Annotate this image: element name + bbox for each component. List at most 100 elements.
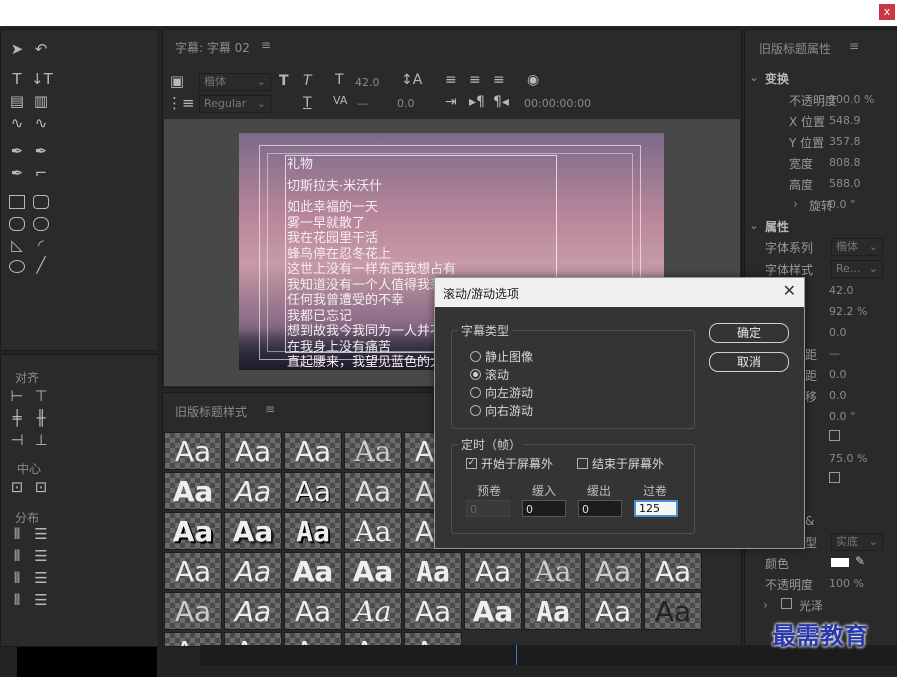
leading-value[interactable]: 0.0 — [397, 97, 415, 110]
font-family-prop-select[interactable]: 楷体 ⌄ — [831, 238, 883, 256]
center-vertical-icon[interactable]: ⊡ — [31, 478, 51, 496]
vertical-type-tool-icon[interactable]: ↓T — [31, 70, 53, 88]
color-swatch[interactable] — [831, 558, 849, 567]
style-swatch[interactable]: Aa — [164, 512, 222, 550]
font-style-prop-select[interactable]: Re... ⌄ — [831, 260, 883, 278]
style-swatch[interactable]: Aa — [224, 512, 282, 550]
small-caps-size-value[interactable]: 75.0 % — [829, 452, 867, 465]
dialog-close-button[interactable]: ✕ — [783, 281, 796, 300]
properties-panel-menu-icon[interactable]: ≡ — [849, 39, 859, 53]
style-swatch[interactable]: Aa — [164, 432, 222, 470]
distribute-h-space-icon[interactable]: ⫴ — [7, 591, 27, 609]
pen-tool-icon[interactable]: ✒ — [7, 142, 27, 160]
ease-in-input[interactable]: 0 — [522, 500, 566, 517]
timecode-value[interactable]: 00:00:00:00 — [524, 97, 591, 110]
align-right-icon[interactable]: ⊣ — [7, 431, 27, 449]
end-offscreen-checkbox[interactable]: 结束于屏幕外 — [577, 455, 664, 472]
tab-right-icon[interactable]: ¶◂ — [493, 94, 509, 110]
end-offscreen-check-icon[interactable] — [577, 458, 588, 469]
rotation-value[interactable]: 0.0 ° — [829, 198, 856, 211]
roll-radio[interactable]: 滚动 — [470, 366, 509, 383]
show-video-icon[interactable]: ◉ — [527, 72, 539, 88]
template-icon[interactable]: ⋮≡ — [167, 94, 195, 112]
properties-chevron-icon[interactable]: ⌄ — [749, 218, 759, 232]
crawl-right-radio[interactable]: 向右游动 — [470, 402, 533, 419]
rectangle-tool-icon[interactable] — [9, 195, 25, 209]
rounded-corner-tool-icon[interactable] — [33, 217, 49, 231]
distribute-right-icon[interactable]: ⫴ — [7, 569, 27, 587]
style-swatch[interactable]: Aa — [284, 432, 342, 470]
style-swatch[interactable]: Aa — [404, 552, 462, 590]
style-swatch[interactable]: Aa — [224, 592, 282, 630]
ease-out-input[interactable]: 0 — [578, 500, 622, 517]
distribute-left-icon[interactable]: ⫴ — [7, 525, 27, 543]
add-anchor-tool-icon[interactable]: ✒ — [7, 164, 27, 182]
style-swatch[interactable]: Aa — [344, 512, 402, 550]
kerning-value[interactable]: — — [829, 347, 840, 360]
preroll-input[interactable]: 0 — [466, 500, 510, 517]
title-panel-tab[interactable]: 字幕: 字幕 02 — [175, 39, 250, 56]
center-horizontal-icon[interactable]: ⊡ — [7, 478, 27, 496]
tab-stops-icon[interactable]: ⇥ — [445, 94, 457, 110]
fill-opacity-value[interactable]: 100 % — [829, 577, 864, 590]
style-swatch[interactable]: Aa — [284, 512, 342, 550]
vertical-area-type-tool-icon[interactable]: ▥ — [31, 92, 51, 110]
y-position-value[interactable]: 357.8 — [829, 135, 861, 148]
crawl-left-radio-dot[interactable] — [470, 387, 481, 398]
style-swatch[interactable]: Aa — [404, 592, 462, 630]
start-offscreen-checkbox[interactable]: ✓ 开始于屏幕外 — [466, 455, 553, 472]
style-swatch[interactable]: Aa — [344, 472, 402, 510]
style-swatch[interactable]: Aa — [164, 592, 222, 630]
postroll-input[interactable]: 125 — [634, 500, 678, 517]
convert-anchor-tool-icon[interactable]: ⌐ — [31, 164, 51, 182]
arc-tool-icon[interactable]: ◜ — [31, 236, 51, 254]
crawl-right-radio-dot[interactable] — [470, 405, 481, 416]
style-swatch[interactable]: Aa — [224, 432, 282, 470]
height-value[interactable]: 588.0 — [829, 177, 861, 190]
rotate-tool-icon[interactable]: ↶ — [31, 40, 51, 58]
distribute-top-icon[interactable]: ☰ — [31, 525, 51, 543]
transform-chevron-icon[interactable]: ⌄ — [749, 70, 759, 84]
align-right-text-icon[interactable]: ≡ — [493, 72, 505, 88]
font-style-select[interactable]: Regular ⌄ — [199, 95, 271, 113]
wedge-tool-icon[interactable]: ◺ — [7, 236, 27, 254]
align-left-text-icon[interactable]: ≡ — [445, 72, 457, 88]
title-panel-menu-icon[interactable]: ≡ — [261, 38, 271, 52]
italic-button[interactable]: T — [303, 73, 312, 89]
style-swatch[interactable]: Aa — [464, 552, 522, 590]
roll-crawl-icon[interactable]: ▣ — [167, 72, 187, 90]
slant-value[interactable]: 0.0 ° — [829, 410, 856, 423]
distribute-v-space-icon[interactable]: ☰ — [31, 591, 51, 609]
fill-type-select[interactable]: 实底 ⌄ — [831, 533, 883, 551]
vertical-path-type-tool-icon[interactable]: ∿ — [31, 114, 51, 132]
style-swatch[interactable]: Aa — [644, 552, 702, 590]
font-size-prop-value[interactable]: 42.0 — [829, 284, 854, 297]
width-value[interactable]: 808.8 — [829, 156, 861, 169]
window-close-button[interactable]: x — [879, 4, 895, 20]
style-swatch[interactable]: Aa — [584, 592, 642, 630]
font-family-select[interactable]: 楷体 ⌄ — [199, 73, 271, 91]
ellipse-tool-icon[interactable] — [9, 260, 25, 273]
style-swatch[interactable]: Aa — [224, 552, 282, 590]
distribute-middle-icon[interactable]: ☰ — [31, 547, 51, 565]
style-swatch[interactable]: Aa — [284, 592, 342, 630]
style-swatch[interactable]: Aa — [344, 432, 402, 470]
style-swatch[interactable]: Aa — [164, 472, 222, 510]
align-left-icon[interactable]: ⊢ — [7, 387, 27, 405]
selection-tool-icon[interactable]: ➤ — [7, 40, 27, 58]
align-top-icon[interactable]: ⊤ — [31, 387, 51, 405]
sheen-checkbox[interactable] — [781, 598, 792, 609]
align-center-text-icon[interactable]: ≡ — [469, 72, 481, 88]
style-swatch[interactable]: Aa — [164, 552, 222, 590]
ok-button[interactable]: 确定 — [709, 323, 789, 343]
rotation-chevron-icon[interactable]: › — [793, 197, 798, 211]
style-swatch[interactable]: Aa — [344, 552, 402, 590]
delete-anchor-tool-icon[interactable]: ✒ — [31, 142, 51, 160]
x-position-value[interactable]: 548.9 — [829, 114, 861, 127]
align-center-h-icon[interactable]: ╪ — [7, 409, 27, 427]
distribute-center-icon[interactable]: ⫴ — [7, 547, 27, 565]
aspect-value[interactable]: 92.2 % — [829, 305, 867, 318]
style-swatch[interactable]: Aa — [584, 552, 642, 590]
style-swatch[interactable]: Aa — [344, 592, 402, 630]
playhead[interactable] — [516, 645, 517, 665]
